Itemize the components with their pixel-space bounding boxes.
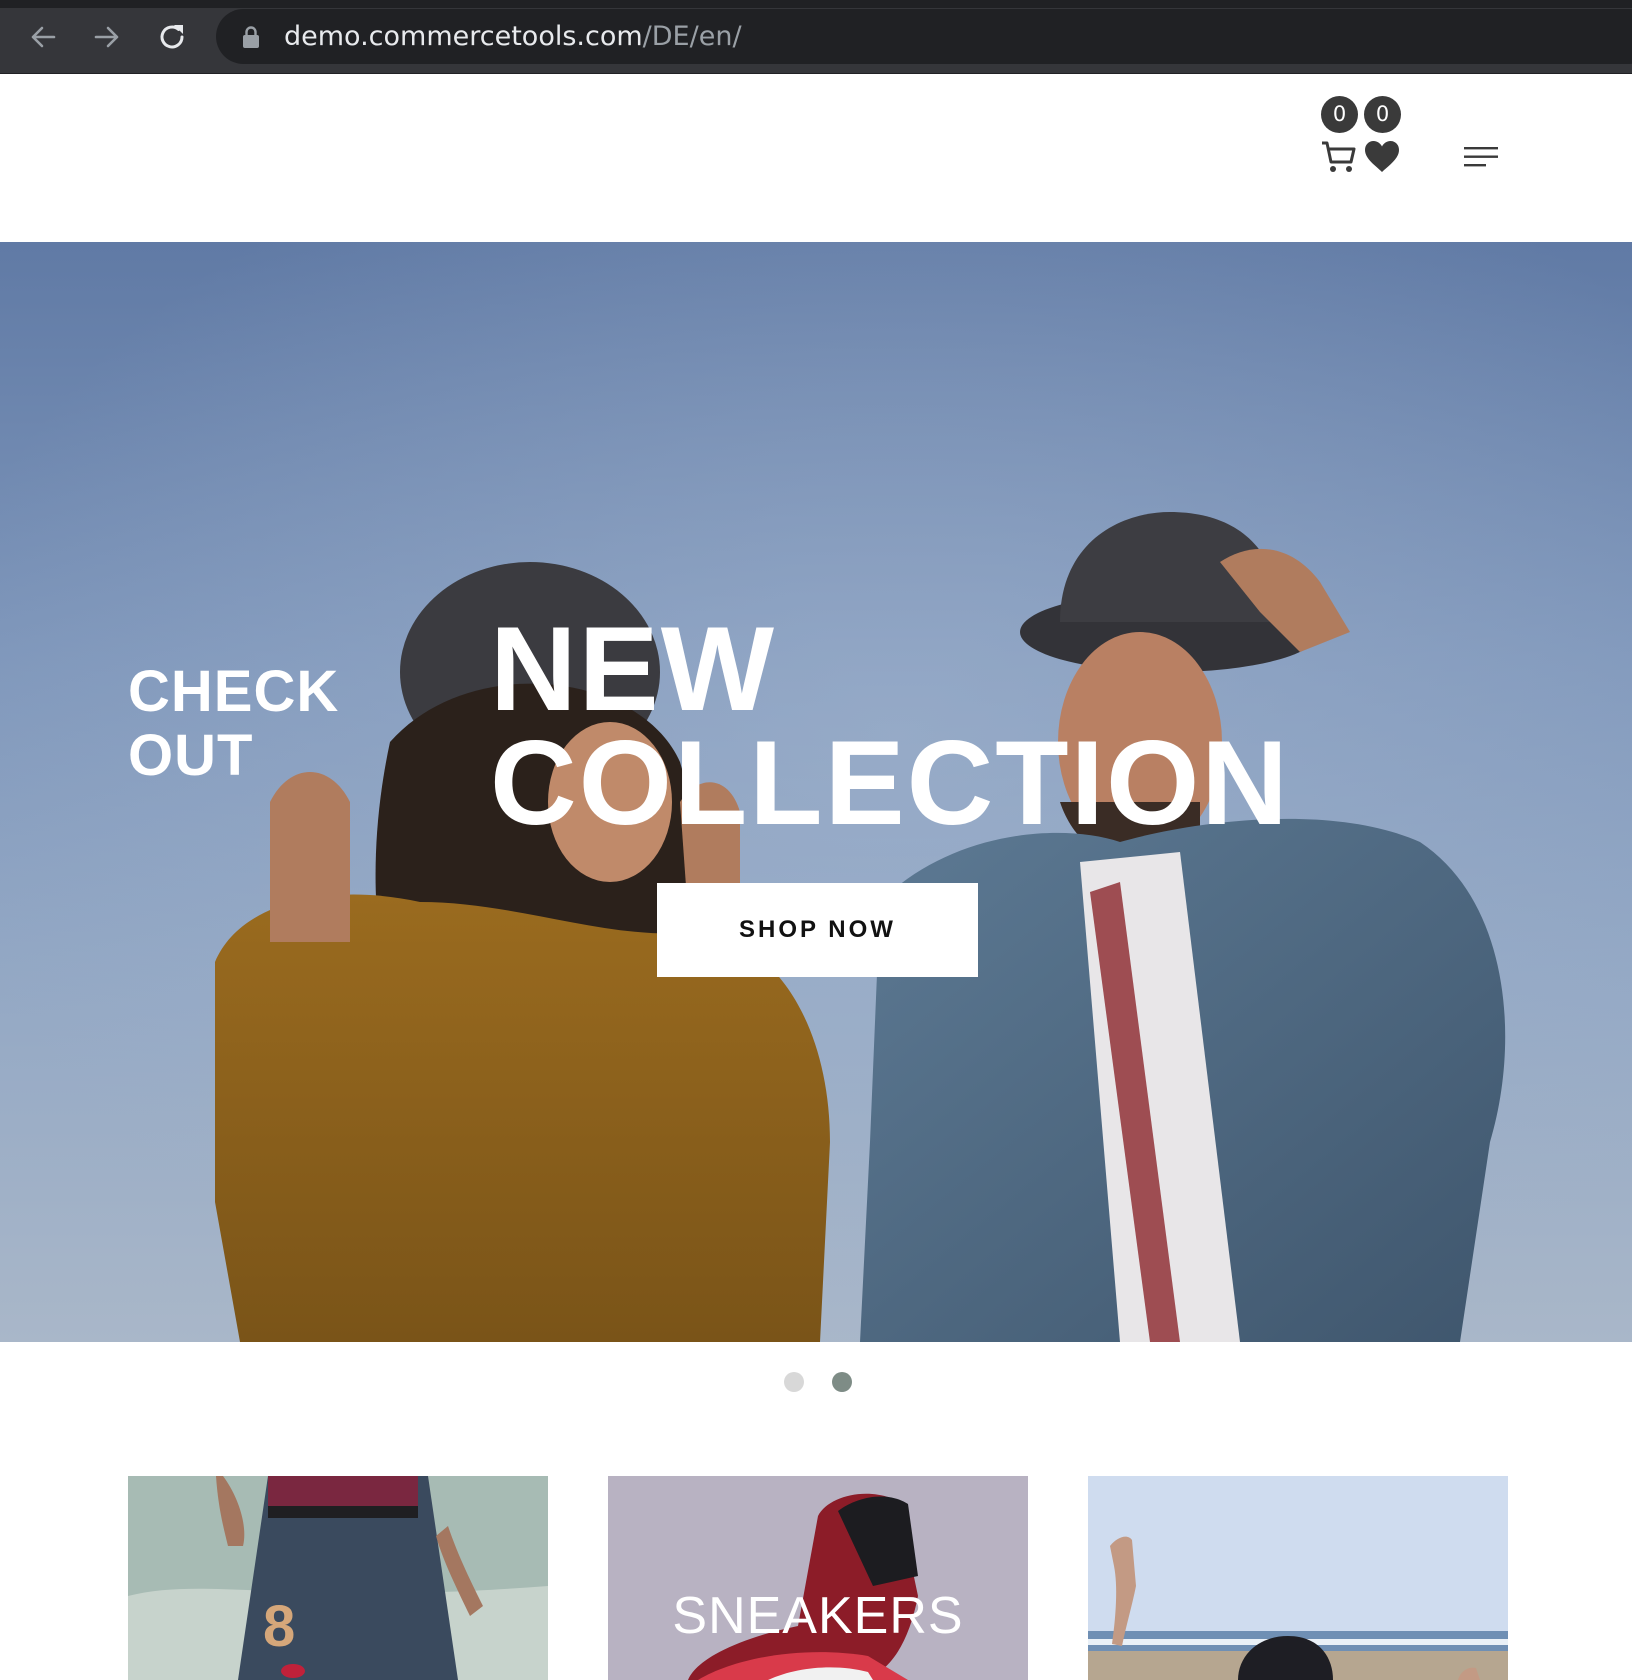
cart-link[interactable]: 0: [1319, 96, 1359, 186]
hamburger-menu-icon[interactable]: [1462, 142, 1500, 172]
category-tile-photo: 8: [128, 1476, 548, 1680]
hero-title-line2: COLLECTION: [490, 716, 1290, 850]
hero-kicker-line2: OUT: [128, 723, 254, 788]
url-path: /DE/en/: [642, 21, 742, 52]
category-tile-photo: [608, 1476, 1028, 1680]
url-text[interactable]: demo.commercetools.com/DE/en/: [284, 9, 742, 64]
browser-toolbar: demo.commercetools.com/DE/en/: [0, 0, 1632, 74]
hero-title: NEW COLLECTION: [490, 609, 1310, 843]
category-tile-label: SNEAKERS: [672, 1587, 964, 1645]
heart-icon: [1365, 141, 1399, 172]
carousel-dot[interactable]: [784, 1372, 804, 1392]
address-bar[interactable]: demo.commercetools.com/DE/en/: [216, 9, 1632, 64]
hero-kicker: CHECK OUT: [128, 660, 388, 788]
hero-kicker-line1: CHECK: [128, 659, 340, 724]
wishlist-count-badge: 0: [1364, 96, 1401, 133]
site-header: 0 0: [0, 74, 1632, 242]
lock-icon: [243, 26, 259, 48]
carousel-pagination: [784, 1372, 854, 1394]
category-tile-2[interactable]: SNEAKERS: [608, 1476, 1028, 1680]
forward-arrow-icon: [94, 26, 119, 48]
back-button[interactable]: [25, 19, 61, 55]
category-tile-photo: [1088, 1476, 1508, 1680]
shop-now-button[interactable]: SHOP NOW: [657, 883, 978, 977]
reload-button[interactable]: [154, 19, 190, 55]
svg-text:8: 8: [263, 1594, 295, 1659]
category-tile-1[interactable]: 8: [128, 1476, 548, 1680]
cart-count-badge: 0: [1321, 96, 1358, 133]
category-tile-3[interactable]: [1088, 1476, 1508, 1680]
hero-banner[interactable]: CHECK OUT NEW COLLECTION SHOP NOW: [0, 242, 1632, 1342]
forward-button[interactable]: [89, 19, 125, 55]
url-host: demo.commercetools.com: [284, 21, 643, 52]
reload-icon: [160, 25, 184, 49]
wishlist-link[interactable]: 0: [1362, 96, 1402, 186]
cart-icon: [1322, 141, 1356, 172]
carousel-dot-active[interactable]: [832, 1372, 852, 1392]
back-arrow-icon: [31, 26, 56, 48]
